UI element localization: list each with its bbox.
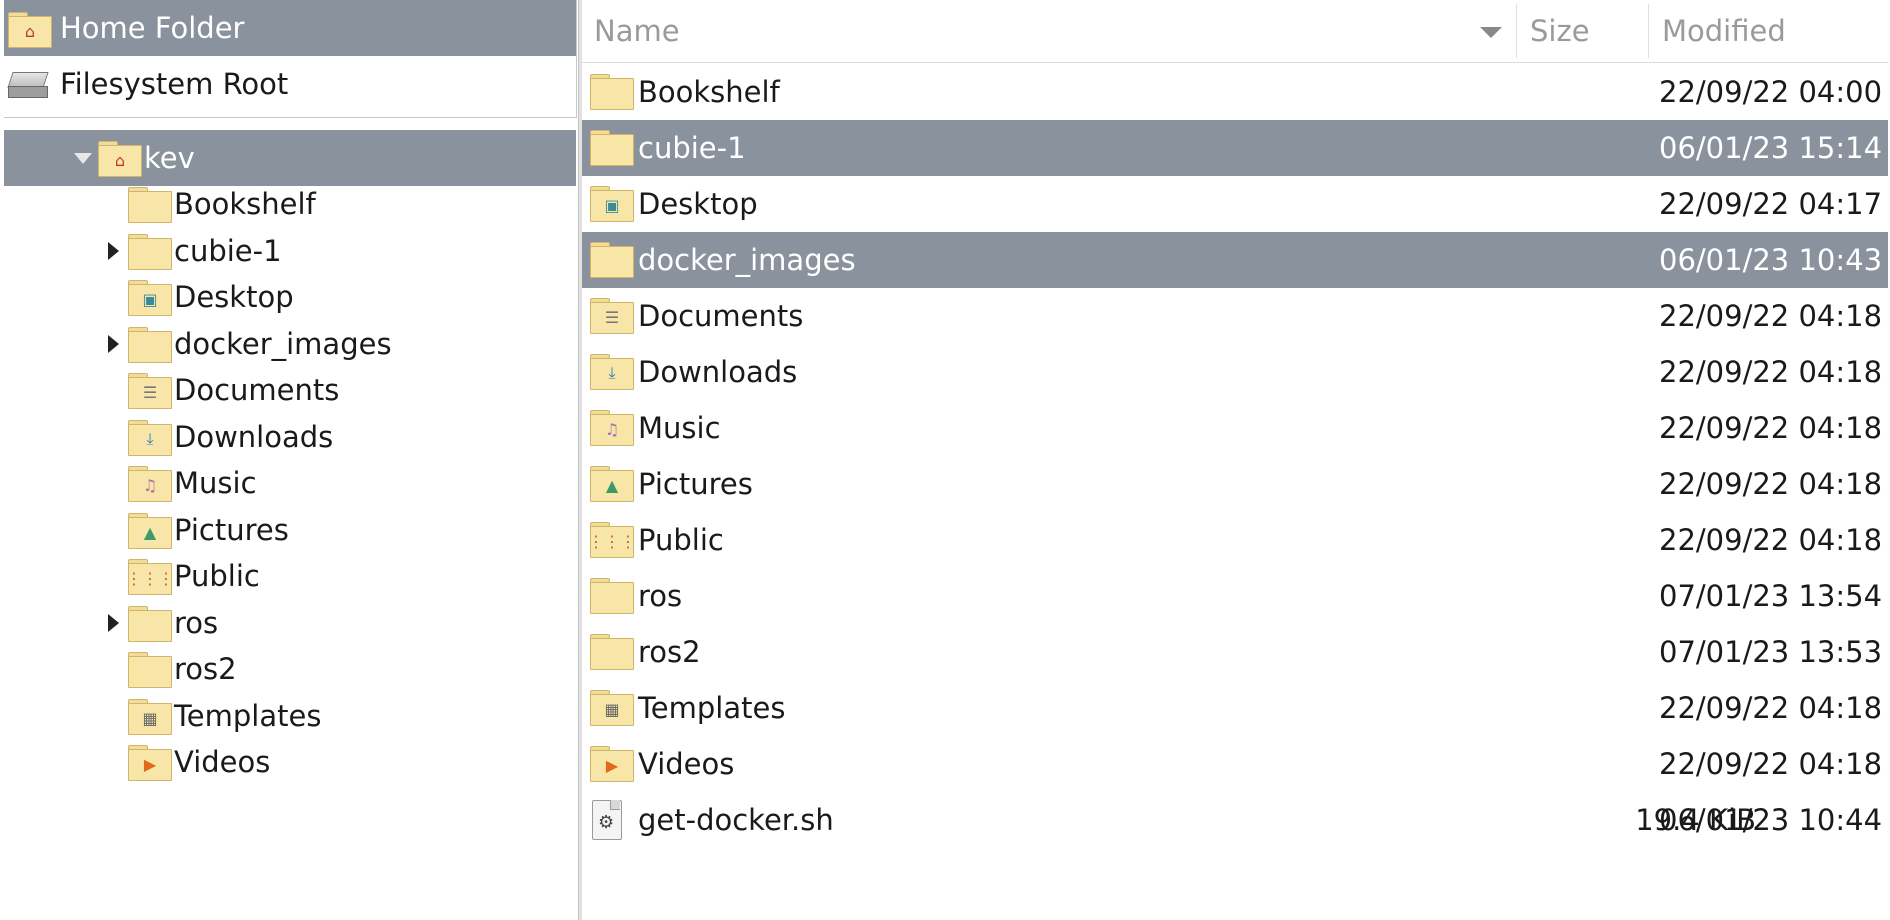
file-modified: 07/01/23 13:54 — [1659, 579, 1883, 613]
tree-item-videos[interactable]: ▶ Videos — [4, 734, 576, 790]
file-modified: 06/01/23 15:14 — [1659, 131, 1883, 165]
column-name[interactable]: Name — [594, 0, 680, 62]
place-label: Filesystem Root — [60, 67, 289, 101]
tree-item-label: Downloads — [174, 420, 334, 454]
videos-folder-icon: ▶ — [128, 743, 172, 788]
file-name: cubie-1 — [638, 131, 746, 165]
tree-item-label: ros2 — [174, 652, 237, 686]
tree-item-label: ros — [174, 606, 219, 640]
file-name: get-docker.sh — [638, 803, 834, 837]
column-size[interactable]: Size — [1530, 0, 1590, 62]
place-home-folder[interactable]: ⌂ Home Folder — [4, 0, 576, 56]
templates-folder-icon: ▦ — [590, 688, 634, 733]
column-modified[interactable]: Modified — [1662, 0, 1786, 62]
file-row-bookshelf[interactable]: Bookshelf 22/09/22 04:00 — [582, 64, 1888, 120]
file-modified: 22/09/22 04:00 — [1659, 75, 1883, 109]
file-list-pane: Name Size Modified Bookshelf 22/09/22 04… — [582, 0, 1890, 920]
file-modified: 06/01/23 10:44 — [1659, 803, 1883, 837]
file-row-templates[interactable]: ▦ Templates 22/09/22 04:18 — [582, 680, 1888, 736]
file-modified: 22/09/22 04:18 — [1659, 299, 1883, 333]
file-row-ros2[interactable]: ros2 07/01/23 13:53 — [582, 624, 1888, 680]
home-folder-icon: ⌂ — [8, 10, 52, 55]
file-name: Public — [638, 523, 724, 557]
tree-item-label: cubie-1 — [174, 234, 282, 268]
videos-folder-icon: ▶ — [590, 744, 634, 789]
tree-item-label: Desktop — [174, 280, 294, 314]
sort-descending-icon[interactable] — [1480, 27, 1502, 38]
file-name: Downloads — [638, 355, 798, 389]
file-row-videos[interactable]: ▶ Videos 22/09/22 04:18 — [582, 736, 1888, 792]
tree-item-label: Bookshelf — [174, 187, 316, 221]
file-row-get-docker[interactable]: ⚙ get-docker.sh 19.4 KiB 06/01/23 10:44 — [582, 792, 1888, 848]
file-row-music[interactable]: ♫ Music 22/09/22 04:18 — [582, 400, 1888, 456]
public-folder-icon: ⋮⋮⋮ — [588, 520, 636, 565]
drive-icon — [7, 66, 49, 107]
column-header: Name Size Modified — [582, 0, 1888, 63]
places-list: ⌂ Home Folder Filesystem Root — [4, 0, 577, 118]
place-filesystem-root[interactable]: Filesystem Root — [4, 56, 576, 112]
chevron-right-icon[interactable] — [108, 242, 119, 260]
file-row-cubie-1[interactable]: cubie-1 06/01/23 15:14 — [582, 120, 1888, 176]
downloads-folder-icon: ⤓ — [590, 352, 634, 397]
file-row-docker-images[interactable]: docker_images 06/01/23 10:43 — [582, 232, 1888, 288]
folder-icon — [590, 128, 634, 173]
side-pane: ⌂ Home Folder Filesystem Root ⌂ kev Book… — [0, 0, 578, 920]
file-name: Templates — [638, 691, 786, 725]
chevron-right-icon[interactable] — [108, 614, 119, 632]
music-folder-icon: ♫ — [590, 408, 634, 453]
file-modified: 22/09/22 04:18 — [1659, 355, 1883, 389]
tree-item-label: Public — [174, 559, 260, 593]
desktop-folder-icon: ▣ — [590, 184, 634, 229]
file-row-ros[interactable]: ros 07/01/23 13:54 — [582, 568, 1888, 624]
file-name: Desktop — [638, 187, 758, 221]
file-name: docker_images — [638, 243, 856, 277]
file-name: ros — [638, 579, 683, 613]
file-row-desktop[interactable]: ▣ Desktop 22/09/22 04:17 — [582, 176, 1888, 232]
folder-icon — [590, 576, 634, 621]
file-modified: 22/09/22 04:18 — [1659, 691, 1883, 725]
tree-item-label: Documents — [174, 373, 340, 407]
tree-item-label: Pictures — [174, 513, 289, 547]
tree-item-label: Videos — [174, 745, 271, 779]
file-modified: 07/01/23 13:53 — [1659, 635, 1883, 669]
chevron-right-icon[interactable] — [108, 335, 119, 353]
script-file-icon: ⚙ — [590, 800, 622, 847]
file-name: ros2 — [638, 635, 701, 669]
documents-folder-icon: ☰ — [590, 296, 634, 341]
chevron-down-icon[interactable] — [74, 153, 92, 164]
file-modified: 06/01/23 10:43 — [1659, 243, 1883, 277]
file-row-public[interactable]: ⋮⋮⋮ Public 22/09/22 04:18 — [582, 512, 1888, 568]
file-name: Videos — [638, 747, 735, 781]
directory-tree: ⌂ kev Bookshelf cubie-1 ▣ Desktop docker… — [4, 130, 576, 920]
tree-item-label: Templates — [174, 699, 322, 733]
file-row-downloads[interactable]: ⤓ Downloads 22/09/22 04:18 — [582, 344, 1888, 400]
file-modified: 22/09/22 04:18 — [1659, 467, 1883, 501]
pictures-folder-icon: ▲ — [590, 464, 634, 509]
file-name: Pictures — [638, 467, 753, 501]
file-name: Bookshelf — [638, 75, 780, 109]
file-modified: 22/09/22 04:18 — [1659, 747, 1883, 781]
file-row-pictures[interactable]: ▲ Pictures 22/09/22 04:18 — [582, 456, 1888, 512]
folder-icon — [590, 72, 634, 117]
file-name: Music — [638, 411, 721, 445]
file-name: Documents — [638, 299, 804, 333]
column-divider[interactable] — [1648, 4, 1649, 58]
file-modified: 22/09/22 04:18 — [1659, 411, 1883, 445]
tree-item-label: docker_images — [174, 327, 392, 361]
folder-icon — [590, 632, 634, 677]
file-modified: 22/09/22 04:18 — [1659, 523, 1883, 557]
folder-icon — [590, 240, 634, 285]
file-modified: 22/09/22 04:17 — [1659, 187, 1883, 221]
tree-item-label: kev — [144, 141, 195, 175]
tree-item-label: Music — [174, 466, 257, 500]
file-row-documents[interactable]: ☰ Documents 22/09/22 04:18 — [582, 288, 1888, 344]
place-label: Home Folder — [60, 11, 245, 45]
column-divider[interactable] — [1516, 4, 1517, 58]
